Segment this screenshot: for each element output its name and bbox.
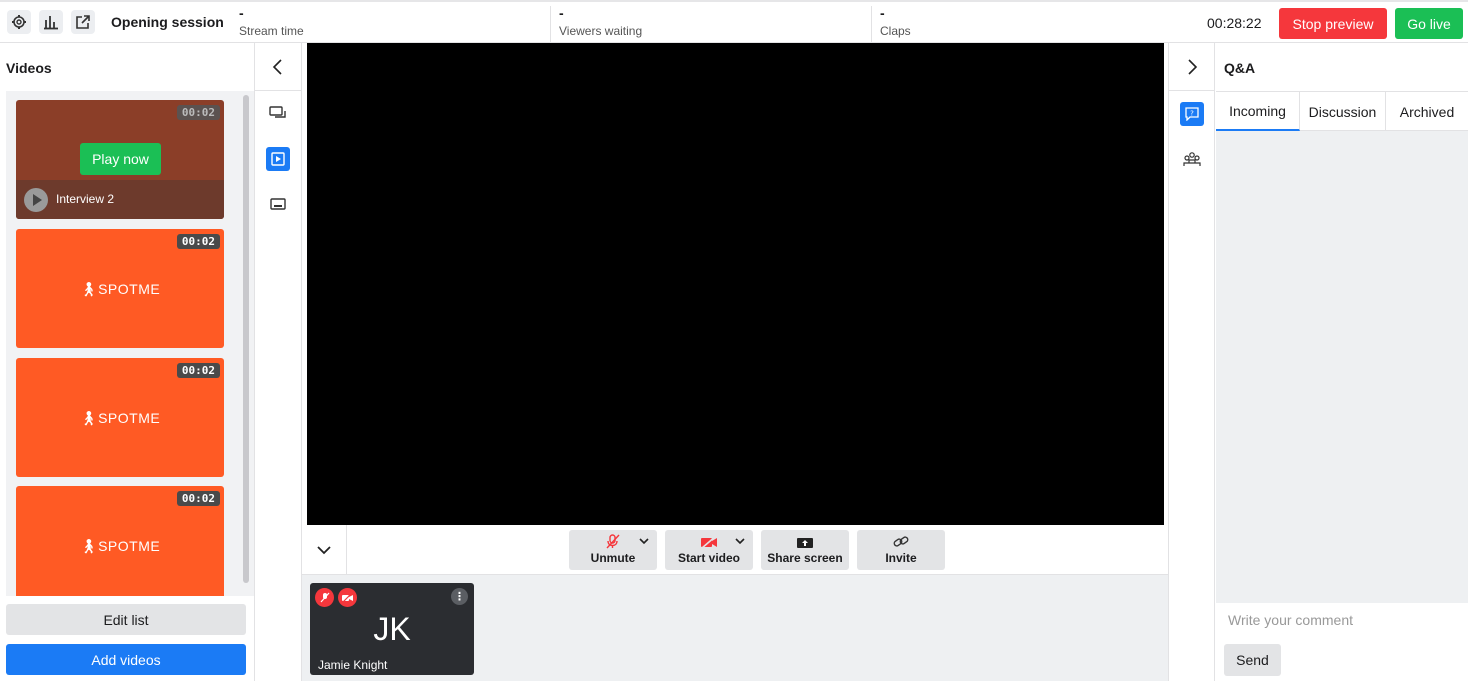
video-card[interactable]: 00:02 🚶︎SPOTME xyxy=(16,229,224,348)
participants-strip: ⋮ JK Jamie Knight xyxy=(302,575,1168,681)
qa-question-icon[interactable]: ? xyxy=(1180,102,1204,126)
chevron-down-icon xyxy=(735,538,745,545)
video-duration: 00:02 xyxy=(176,363,220,378)
stat-claps: - Claps xyxy=(880,5,911,39)
spotme-logo: 🚶︎SPOTME xyxy=(79,410,161,426)
go-live-button[interactable]: Go live xyxy=(1395,8,1463,39)
unmute-button[interactable]: Unmute xyxy=(569,530,657,570)
video-duration: 00:02 xyxy=(176,234,220,249)
participant-name: Jamie Knight xyxy=(318,658,388,672)
mic-muted-badge-icon xyxy=(315,588,334,607)
tab-discussion[interactable]: Discussion xyxy=(1300,92,1386,131)
session-title: Opening session xyxy=(111,14,224,30)
left-tool-rail xyxy=(255,43,302,681)
qa-panel: Q&A Incoming Discussion Archived Write y… xyxy=(1216,43,1468,681)
right-tool-rail: ? xyxy=(1168,43,1215,681)
chevron-down-icon xyxy=(317,546,331,555)
qa-tabs: Incoming Discussion Archived xyxy=(1216,91,1468,131)
person-icon: 🚶︎ xyxy=(79,410,99,426)
comment-input[interactable]: Write your comment xyxy=(1228,612,1353,628)
more-options-icon[interactable]: ⋮ xyxy=(451,588,468,605)
video-card[interactable]: 00:02 🚶︎SPOTME xyxy=(16,486,224,596)
chevron-right-icon xyxy=(1187,58,1197,75)
analytics-chart-icon[interactable] xyxy=(39,10,63,34)
mic-off-icon xyxy=(606,534,620,549)
videos-panel: Videos 00:02 Play now Interview 2 00:02 … xyxy=(0,43,255,681)
video-card-interview-2[interactable]: 00:02 Play now Interview 2 xyxy=(16,100,224,219)
collapse-left-button[interactable] xyxy=(255,43,301,91)
caption-icon[interactable] xyxy=(266,192,290,216)
edit-list-button[interactable]: Edit list xyxy=(6,604,246,635)
external-link-icon[interactable] xyxy=(71,10,95,34)
play-circle-icon[interactable] xyxy=(24,188,48,212)
person-icon: 🚶︎ xyxy=(79,281,99,297)
chevron-left-icon xyxy=(272,58,282,75)
video-duration: 00:02 xyxy=(176,491,220,506)
video-playlist-icon[interactable] xyxy=(266,147,290,171)
spotme-logo: 🚶︎SPOTME xyxy=(79,281,161,297)
collapse-participants-button[interactable] xyxy=(302,525,347,575)
video-name: Interview 2 xyxy=(56,192,115,206)
stop-preview-button[interactable]: Stop preview xyxy=(1279,8,1387,39)
video-duration: 00:02 xyxy=(176,105,220,120)
settings-gear-icon[interactable] xyxy=(7,10,31,34)
share-screen-button[interactable]: Share screen xyxy=(761,530,849,570)
participant-tile[interactable]: ⋮ JK Jamie Knight xyxy=(310,583,474,675)
link-icon xyxy=(893,536,909,547)
video-stage xyxy=(307,43,1164,525)
invite-button[interactable]: Invite xyxy=(857,530,945,570)
video-list: 00:02 Play now Interview 2 00:02 🚶︎SPOTM… xyxy=(6,91,254,596)
stat-stream-time: - Stream time xyxy=(239,6,551,43)
video-card[interactable]: 00:02 🚶︎SPOTME xyxy=(16,358,224,477)
media-controls-bar: Unmute Start video Share screen Invite xyxy=(302,525,1168,575)
spotme-logo: 🚶︎SPOTME xyxy=(79,538,161,554)
chevron-down-icon xyxy=(639,538,649,545)
share-screen-icon xyxy=(797,538,813,548)
session-timer: 00:28:22 xyxy=(1207,15,1262,31)
add-videos-button[interactable]: Add videos xyxy=(6,644,246,675)
play-now-button[interactable]: Play now xyxy=(80,143,161,175)
tab-archived[interactable]: Archived xyxy=(1386,92,1468,131)
person-icon: 🚶︎ xyxy=(79,538,99,554)
qa-panel-title: Q&A xyxy=(1224,60,1256,76)
stat-viewers-waiting: - Viewers waiting xyxy=(559,6,872,43)
video-list-scrollbar[interactable] xyxy=(243,95,249,583)
camera-off-badge-icon xyxy=(338,588,357,607)
collapse-right-button[interactable] xyxy=(1169,43,1214,91)
qa-list xyxy=(1216,131,1468,603)
svg-text:?: ? xyxy=(1190,110,1194,118)
people-group-icon[interactable] xyxy=(1180,147,1204,171)
send-button[interactable]: Send xyxy=(1224,644,1281,676)
tab-incoming[interactable]: Incoming xyxy=(1216,92,1300,131)
video-card-footer: Interview 2 xyxy=(16,180,224,219)
camera-off-icon xyxy=(701,535,717,549)
start-video-button[interactable]: Start video xyxy=(665,530,753,570)
chat-bubbles-icon[interactable] xyxy=(266,102,290,126)
top-bar: Opening session - Stream time - Viewers … xyxy=(0,0,1468,43)
participant-initials: JK xyxy=(373,611,411,647)
videos-panel-title: Videos xyxy=(6,60,52,76)
